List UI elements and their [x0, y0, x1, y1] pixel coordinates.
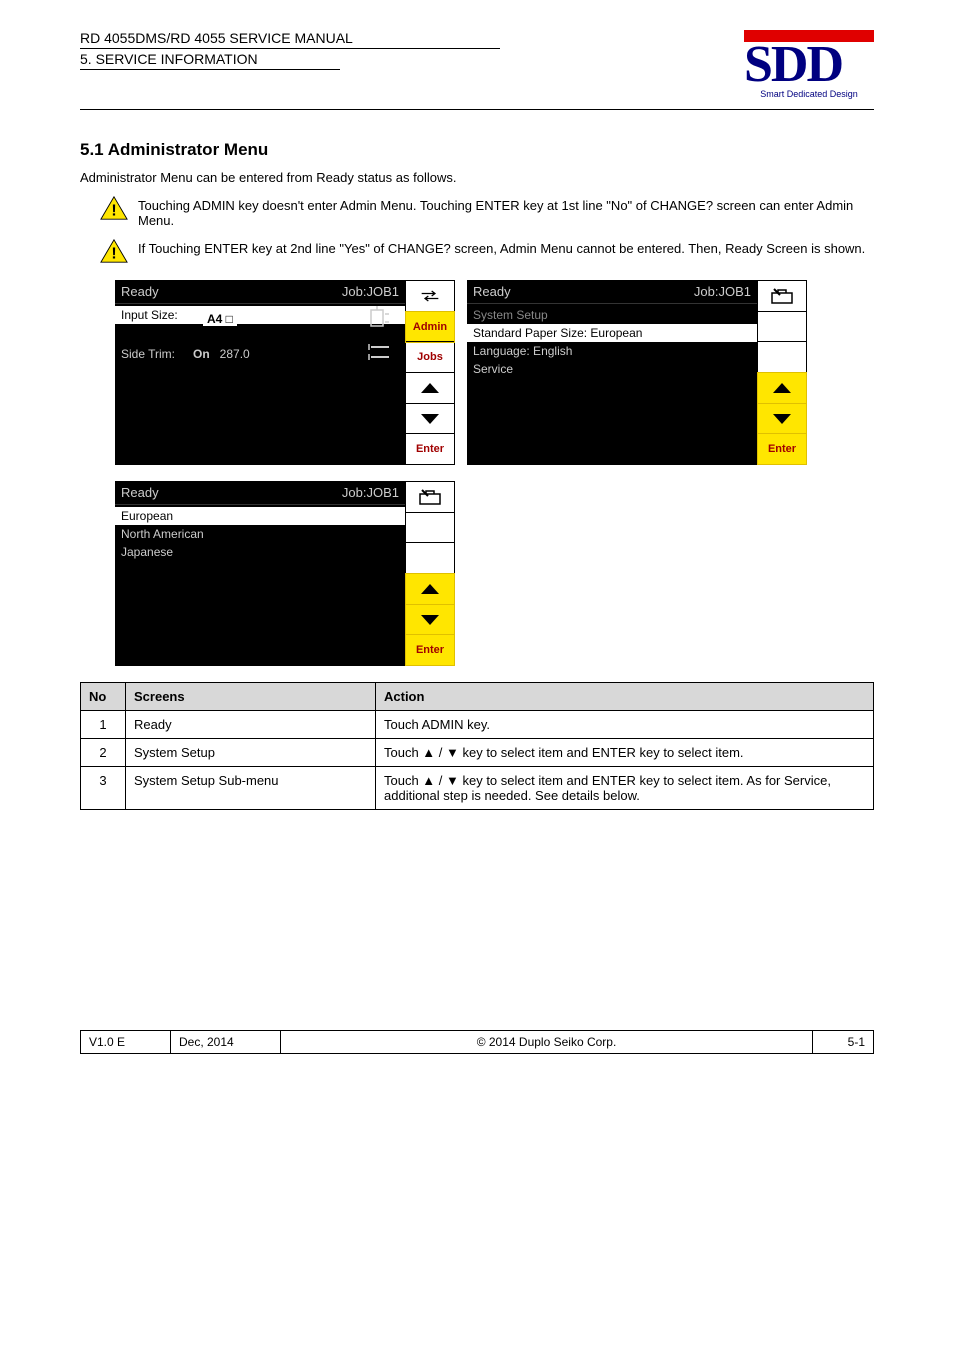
- col-action: Action: [376, 683, 874, 711]
- status-ready: Ready: [473, 284, 511, 299]
- table-row: 1 Ready Touch ADMIN key.: [81, 711, 874, 739]
- warning-text: If Touching ENTER key at 2nd line "Yes" …: [138, 238, 865, 256]
- status-bar: Ready Job:JOB1: [115, 481, 405, 505]
- col-screen: Screens: [126, 683, 376, 711]
- warning-icon: !: [100, 238, 128, 264]
- lcd-sidebar: Enter: [405, 481, 455, 666]
- enter-button[interactable]: Enter: [406, 434, 454, 464]
- svg-text:!: !: [111, 245, 116, 262]
- doc-title: RD 4055DMS/RD 4055 SERVICE MANUAL: [80, 30, 500, 49]
- enter-button[interactable]: Enter: [758, 434, 806, 464]
- option-japanese[interactable]: Japanese: [115, 543, 405, 561]
- blank-cell: [406, 513, 454, 544]
- screens-row-1: Ready Job:JOB1 Input Size: A4 □: [115, 280, 874, 465]
- up-button[interactable]: [406, 373, 454, 404]
- lcd-sidebar: Admin Jobs Enter: [405, 280, 455, 465]
- warning-icon: !: [100, 195, 128, 221]
- cell-screen: Ready: [126, 711, 376, 739]
- header-text: RD 4055DMS/RD 4055 SERVICE MANUAL 5. SER…: [80, 30, 744, 70]
- table-header-row: No Screens Action: [81, 683, 874, 711]
- warning-1: ! Touching ADMIN key doesn't enter Admin…: [100, 195, 874, 228]
- menu-paper-size[interactable]: Standard Paper Size: European: [467, 324, 757, 342]
- blank-cell: [758, 312, 806, 343]
- side-trim-value: 287.0: [220, 347, 250, 361]
- input-size-value: A4 □: [203, 312, 237, 326]
- footer-date: Dec, 2014: [171, 1031, 281, 1053]
- screens-row-2: Ready Job:JOB1 European North American J…: [115, 481, 874, 666]
- warning-text: Touching ADMIN key doesn't enter Admin M…: [138, 195, 874, 228]
- option-european[interactable]: European: [115, 507, 405, 525]
- warning-2: ! If Touching ENTER key at 2nd line "Yes…: [100, 238, 874, 264]
- blank-cell: [758, 342, 806, 373]
- down-button[interactable]: [758, 404, 806, 435]
- up-button[interactable]: [758, 373, 806, 404]
- cell-action: Touch ▲ / ▼ key to select item and ENTER…: [376, 767, 874, 810]
- footer-version: V1.0 E: [81, 1031, 171, 1053]
- footer-page: 5-1: [813, 1031, 873, 1053]
- brand-logo: SDD Smart Dedicated Design: [744, 30, 874, 105]
- menu-service[interactable]: Service: [467, 360, 757, 378]
- row-side-trim[interactable]: Side Trim: On 287.0: [115, 339, 405, 368]
- up-button[interactable]: [406, 574, 454, 605]
- side-trim-on: On: [193, 347, 210, 361]
- status-bar: Ready Job:JOB1: [115, 280, 405, 304]
- footer-copyright: © 2014 Duplo Seiko Corp.: [281, 1031, 813, 1053]
- cell-screen: System Setup: [126, 739, 376, 767]
- intro-text: Administrator Menu can be entered from R…: [80, 170, 874, 185]
- cell-no: 3: [81, 767, 126, 810]
- lcd-screen-paper-options: Ready Job:JOB1 European North American J…: [115, 481, 455, 666]
- svg-text:!: !: [111, 202, 116, 219]
- blank-cell: [406, 543, 454, 574]
- enter-button[interactable]: Enter: [406, 635, 454, 665]
- lcd-sidebar: Enter: [757, 280, 807, 465]
- page-footer: V1.0 E Dec, 2014 © 2014 Duplo Seiko Corp…: [80, 1030, 874, 1054]
- col-no: No: [81, 683, 126, 711]
- status-job: Job:JOB1: [342, 485, 399, 500]
- cell-no: 1: [81, 711, 126, 739]
- down-button[interactable]: [406, 605, 454, 636]
- swap-button[interactable]: [406, 281, 454, 312]
- status-job: Job:JOB1: [694, 284, 751, 299]
- table-row: 3 System Setup Sub-menu Touch ▲ / ▼ key …: [81, 767, 874, 810]
- jobs-button[interactable]: Jobs: [406, 342, 454, 373]
- cell-action: Touch ▲ / ▼ key to select item and ENTER…: [376, 739, 874, 767]
- doc-chapter: 5. SERVICE INFORMATION: [80, 49, 340, 70]
- status-ready: Ready: [121, 284, 159, 299]
- status-bar: Ready Job:JOB1: [467, 280, 757, 304]
- cell-no: 2: [81, 739, 126, 767]
- toolbox-icon[interactable]: [406, 482, 454, 513]
- lcd-screen-system-setup: Ready Job:JOB1 System Setup Standard Pap…: [467, 280, 807, 465]
- cell-action: Touch ADMIN key.: [376, 711, 874, 739]
- input-size-label: Input Size:: [121, 308, 193, 322]
- toolbox-icon[interactable]: [758, 281, 806, 312]
- trim-icon: [367, 341, 399, 366]
- lcd-screen-ready: Ready Job:JOB1 Input Size: A4 □: [115, 280, 455, 465]
- admin-button[interactable]: Admin: [406, 312, 454, 343]
- status-ready: Ready: [121, 485, 159, 500]
- option-north-american[interactable]: North American: [115, 525, 405, 543]
- down-button[interactable]: [406, 404, 454, 435]
- side-trim-label: Side Trim:: [121, 347, 193, 361]
- menu-language[interactable]: Language: English: [467, 342, 757, 360]
- menu-title: System Setup: [467, 306, 757, 324]
- page-header: RD 4055DMS/RD 4055 SERVICE MANUAL 5. SER…: [80, 30, 874, 110]
- paper-icon: [367, 306, 399, 331]
- steps-table: No Screens Action 1 Ready Touch ADMIN ke…: [80, 682, 874, 810]
- section-title: 5.1 Administrator Menu: [80, 140, 874, 160]
- table-row: 2 System Setup Touch ▲ / ▼ key to select…: [81, 739, 874, 767]
- cell-screen: System Setup Sub-menu: [126, 767, 376, 810]
- status-job: Job:JOB1: [342, 284, 399, 299]
